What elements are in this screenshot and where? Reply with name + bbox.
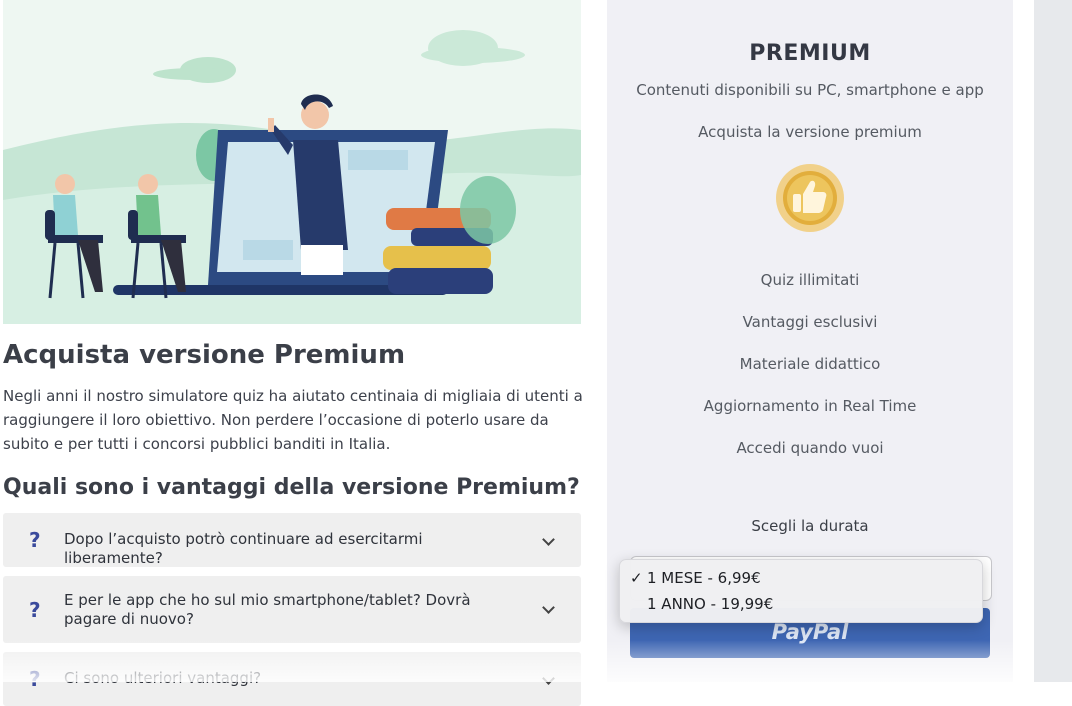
chevron-down-icon[interactable]	[542, 533, 555, 546]
faq-question: Ci sono ulteriori vantaggi?	[64, 669, 262, 687]
feature-item: Vantaggi esclusivi	[742, 313, 878, 331]
option-label: 1 MESE - 6,99€	[647, 569, 761, 587]
feature-item: Materiale didattico	[739, 355, 881, 373]
duration-label: Scegli la durata	[751, 517, 869, 535]
page-scrollbar-track[interactable]	[1034, 0, 1072, 682]
chevron-down-icon[interactable]	[542, 601, 555, 614]
page-title: Acquista versione Premium	[3, 340, 406, 370]
faq-item-apps-payment[interactable]: ? E per le app che ho sul mio smartphone…	[3, 576, 581, 643]
hero-illustration	[3, 0, 581, 324]
panel-title: PREMIUM	[749, 41, 871, 66]
feature-item: Quiz illimitati	[760, 271, 860, 289]
option-1-month[interactable]: ✓ 1 MESE - 6,99€	[620, 566, 982, 590]
option-label: 1 ANNO - 19,99€	[647, 595, 774, 613]
faq-question: Dopo l’acquisto potrò continuare ad eser…	[64, 530, 423, 567]
faq-question: E per le app che ho sul mio smartphone/t…	[64, 591, 471, 628]
feature-item: Accedi quando vuoi	[736, 439, 884, 457]
feature-item: Aggiornamento in Real Time	[703, 397, 917, 415]
question-mark-icon: ?	[29, 598, 41, 622]
faq-item-extra-benefits[interactable]: ? Ci sono ulteriori vantaggi?	[3, 652, 581, 706]
panel-subtitle: Contenuti disponibili su PC, smartphone …	[636, 81, 984, 99]
faq-item-continue-practice[interactable]: ? Dopo l’acquisto potrò continuare ad es…	[3, 513, 581, 567]
chevron-down-icon[interactable]	[542, 672, 555, 685]
checkmark-icon: ✓	[630, 569, 643, 587]
intro-paragraph: Negli anni il nostro simulatore quiz ha …	[3, 387, 583, 453]
faq-title: Quali sono i vantaggi della versione Pre…	[3, 475, 580, 500]
question-mark-icon: ?	[29, 667, 41, 691]
question-mark-icon: ?	[29, 528, 41, 552]
thumbs-up-icon	[775, 163, 845, 233]
option-1-year[interactable]: 1 ANNO - 19,99€	[620, 592, 982, 616]
panel-cta: Acquista la versione premium	[698, 123, 922, 141]
duration-dropdown-menu: ✓ 1 MESE - 6,99€ 1 ANNO - 19,99€	[619, 559, 983, 623]
paypal-logo-text: PayPal	[771, 620, 849, 644]
